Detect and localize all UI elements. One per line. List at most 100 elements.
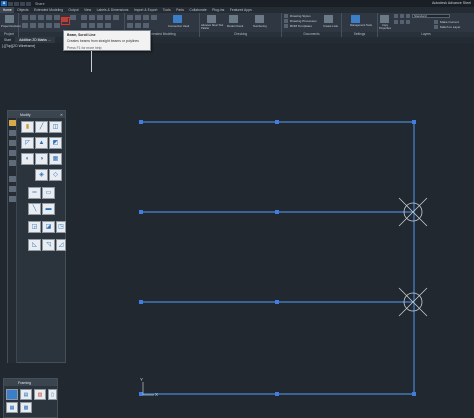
modify-tool-icon[interactable]: ◈ (35, 169, 48, 181)
framing-palette-header[interactable]: Framing (4, 379, 57, 386)
modify-tool-palette[interactable]: Modify ✕ ▮ ╱ ◫ ◸ ▲ ◩ ◐ ◑ ▦ ◈ ◇ ═ ▭ ╲ ▬ ◲… (7, 110, 66, 363)
tool-bolt-button[interactable] (46, 15, 52, 20)
beam-grip-icon[interactable] (412, 392, 416, 396)
tool-notch-button[interactable] (113, 15, 119, 20)
beam-grip-icon[interactable] (275, 120, 279, 124)
modify-tool-icon[interactable]: ◲ (28, 221, 41, 233)
tool-poly-beam-button[interactable] (38, 23, 44, 28)
tool-anchor-button[interactable] (46, 23, 52, 28)
framing-tool-icon[interactable]: ▦ (6, 402, 18, 413)
quick-access-undo-button[interactable] (26, 1, 31, 6)
modify-tool-icon[interactable]: ◳ (56, 221, 66, 233)
bom-templates-label[interactable]: BOM Templates (290, 24, 312, 28)
beam-grip-icon[interactable] (275, 392, 279, 396)
modify-tool-icon[interactable] (9, 160, 16, 166)
beam-grip-icon[interactable] (139, 120, 143, 124)
doc-tab-start[interactable]: Start (0, 37, 15, 43)
beam-grip-icon[interactable] (139, 392, 143, 396)
beam-grip-icon[interactable] (412, 120, 416, 124)
folder-icon[interactable] (9, 120, 16, 126)
layer-freeze-icon[interactable] (400, 20, 404, 24)
modify-tool-icon[interactable]: ╱ (35, 121, 48, 133)
tool-beam-button[interactable] (30, 15, 36, 20)
modify-tool-icon[interactable]: ◪ (42, 221, 55, 233)
application-logo-icon[interactable]: A (1, 1, 7, 6)
framing-tool-palette[interactable]: Framing ▤ ▥ ▯ ▦ ▩ (3, 378, 58, 418)
tool-portal-button[interactable] (135, 23, 141, 28)
tool-railing-button[interactable] (135, 15, 141, 20)
tool-merge-button[interactable] (105, 23, 111, 28)
numbering-icon[interactable] (255, 15, 264, 23)
drawing-styles-label[interactable]: Drawing Styles (290, 14, 311, 18)
beam-grip-icon[interactable] (275, 300, 279, 304)
tool-split-button[interactable] (97, 23, 103, 28)
modify-tool-icon[interactable]: ◹ (42, 239, 55, 251)
tool-shear-stud-button[interactable] (54, 23, 60, 28)
drawing-styles-icon[interactable] (284, 14, 288, 18)
tool-plate-button[interactable] (38, 15, 44, 20)
modify-tool-icon[interactable]: ◐ (21, 153, 34, 165)
layer-dropdown[interactable]: Standard (412, 14, 450, 18)
connection-vault-icon[interactable] (173, 15, 182, 23)
framing-tool-icon[interactable]: ▥ (34, 389, 46, 400)
modify-tool-icon[interactable]: ╲ (28, 203, 41, 215)
tool-curved-beam-button[interactable] (30, 23, 36, 28)
tool-cross-section-button[interactable] (81, 15, 87, 20)
layer-iso-icon[interactable] (394, 20, 398, 24)
close-icon[interactable]: ✕ (60, 113, 63, 117)
beam-grip-icon[interactable] (139, 300, 143, 304)
beam-grip-icon[interactable] (139, 210, 143, 214)
quick-access-open-button[interactable] (14, 1, 19, 6)
modify-tool-icon[interactable]: ◫ (49, 121, 62, 133)
tool-truss-button[interactable] (143, 23, 149, 28)
tool-purlin-button[interactable] (127, 23, 133, 28)
match-layer-label[interactable]: Match to Layer (440, 25, 460, 29)
tool-cage-ladder-button[interactable] (143, 15, 149, 20)
collision-check-icon[interactable] (207, 15, 216, 23)
make-current-label[interactable]: Make Current (440, 20, 459, 24)
modify-palette-header[interactable]: Modify ✕ (8, 111, 65, 118)
modify-tool-icon[interactable]: ◩ (49, 137, 62, 149)
viewport-controls[interactable]: [-][Top][2D Wireframe] (2, 44, 35, 48)
tool-stair-button[interactable] (127, 15, 133, 20)
layer-off-icon[interactable] (406, 20, 410, 24)
tool-bracing-button[interactable] (151, 15, 157, 20)
drawing-processes-label[interactable]: Drawing Processes (290, 19, 317, 23)
modify-tool-icon[interactable]: ▮ (21, 121, 34, 133)
drawing-processes-icon[interactable] (284, 19, 288, 23)
tool-shorten-button[interactable] (105, 15, 111, 20)
modify-tool-icon[interactable]: ◇ (49, 169, 62, 181)
tool-weld-button[interactable] (54, 15, 60, 20)
modify-tool-icon[interactable] (9, 140, 16, 146)
layer-visible-icon[interactable] (400, 14, 404, 18)
tool-column-button[interactable] (22, 15, 28, 20)
quick-access-new-button[interactable] (8, 1, 13, 6)
match-layer-icon[interactable] (434, 25, 438, 29)
modify-tool-icon[interactable] (9, 196, 16, 202)
quick-access-save-button[interactable] (20, 1, 25, 6)
modify-tool-icon[interactable]: ▦ (49, 153, 62, 165)
modify-tool-icon[interactable] (9, 130, 16, 136)
share-button[interactable]: Share (35, 2, 45, 6)
create-lists-icon[interactable] (324, 15, 333, 23)
management-tools-icon[interactable] (351, 15, 360, 23)
tool-chamfer-button[interactable] (89, 23, 95, 28)
modify-tool-icon[interactable]: ═ (28, 187, 41, 199)
project-explorer-icon[interactable] (5, 15, 14, 23)
modify-tool-icon[interactable]: ▬ (42, 203, 55, 215)
modify-tool-icon[interactable]: ◸ (21, 137, 34, 149)
tool-hole-button[interactable] (97, 15, 103, 20)
model-space[interactable]: Y X (0, 50, 474, 418)
doc-tab-drawing[interactable]: Addition 2D Marks ... (15, 37, 55, 43)
framing-tool-icon[interactable] (6, 389, 18, 400)
layer-lock-icon[interactable] (406, 14, 410, 18)
tool-compound-beam-button[interactable] (89, 15, 95, 20)
modify-tool-icon[interactable] (9, 150, 16, 156)
modify-tool-icon[interactable] (9, 186, 16, 192)
layer-state-icon[interactable] (394, 14, 398, 18)
tool-folded-plate-button[interactable] (22, 23, 28, 28)
make-current-icon[interactable] (434, 20, 438, 24)
modify-tool-icon[interactable]: ◑ (35, 153, 48, 165)
modify-tool-icon[interactable]: ▲ (35, 137, 48, 149)
tool-cope-button[interactable] (81, 23, 87, 28)
